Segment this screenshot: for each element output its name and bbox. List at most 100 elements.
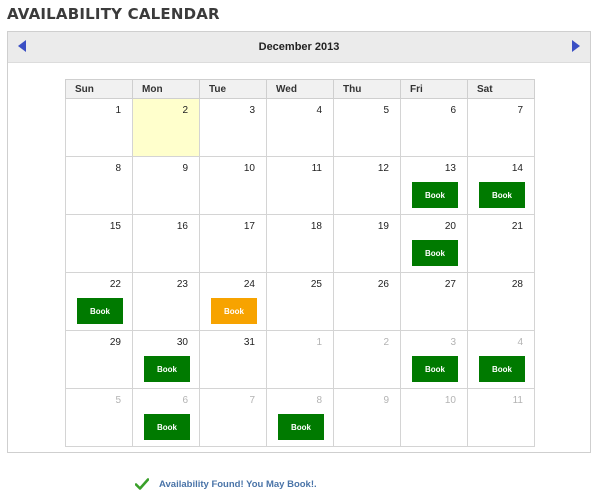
- calendar-week-row: 5 6 Book 7 8 Book 9 10 11: [65, 388, 535, 447]
- weekday-header: Thu: [333, 79, 401, 99]
- triangle-right-icon[interactable]: [571, 39, 581, 53]
- book-button[interactable]: Book: [278, 414, 324, 440]
- book-button[interactable]: Book: [412, 356, 458, 382]
- calendar-day-cell[interactable]: 11: [467, 388, 535, 447]
- calendar-day-cell[interactable]: 30 Book: [132, 330, 200, 389]
- day-number: 8: [316, 395, 322, 406]
- day-number: 23: [176, 279, 188, 290]
- calendar-day-cell[interactable]: 26: [333, 272, 401, 331]
- calendar-day-cell[interactable]: 4 Book: [467, 330, 535, 389]
- calendar-day-cell[interactable]: 1: [266, 330, 334, 389]
- calendar-week-row: 22 Book 23 24 Book 25 26 27 28: [65, 272, 535, 331]
- day-number: 7: [249, 395, 255, 406]
- calendar-day-cell[interactable]: 1: [65, 98, 133, 157]
- day-number: 1: [316, 337, 322, 348]
- day-number: 1: [115, 105, 121, 116]
- day-number: 2: [383, 337, 389, 348]
- book-button[interactable]: Book: [479, 356, 525, 382]
- book-button[interactable]: Book: [144, 414, 190, 440]
- day-number: 5: [383, 105, 389, 116]
- calendar-day-cell[interactable]: 7: [467, 98, 535, 157]
- calendar-day-cell[interactable]: 3: [199, 98, 267, 157]
- day-number: 6: [182, 395, 188, 406]
- calendar-day-cell[interactable]: 31: [199, 330, 267, 389]
- calendar-day-cell[interactable]: 27: [400, 272, 468, 331]
- day-number: 26: [377, 279, 389, 290]
- book-button[interactable]: Book: [211, 298, 257, 324]
- day-number: 3: [249, 105, 255, 116]
- calendar-day-cell[interactable]: 23: [132, 272, 200, 331]
- day-number: 11: [311, 163, 322, 174]
- calendar-day-cell[interactable]: 15: [65, 214, 133, 273]
- calendar-day-cell[interactable]: 10: [400, 388, 468, 447]
- weekday-header-row: Sun Mon Tue Wed Thu Fri Sat: [65, 79, 535, 99]
- calendar-day-cell[interactable]: 6 Book: [132, 388, 200, 447]
- day-number: 3: [450, 337, 456, 348]
- calendar-day-cell[interactable]: 28: [467, 272, 535, 331]
- calendar-day-cell[interactable]: 20 Book: [400, 214, 468, 273]
- book-button[interactable]: Book: [144, 356, 190, 382]
- day-number: 5: [115, 395, 121, 406]
- weekday-header: Wed: [266, 79, 334, 99]
- calendar-day-cell[interactable]: 24 Book: [199, 272, 267, 331]
- calendar-day-cell[interactable]: 11: [266, 156, 334, 215]
- day-number: 7: [517, 105, 523, 116]
- day-number: 6: [450, 105, 456, 116]
- calendar-day-cell[interactable]: 19: [333, 214, 401, 273]
- book-button[interactable]: Book: [412, 240, 458, 266]
- calendar-day-cell[interactable]: 16: [132, 214, 200, 273]
- calendar-day-cell[interactable]: 14 Book: [467, 156, 535, 215]
- calendar-day-cell[interactable]: 5: [65, 388, 133, 447]
- calendar-day-cell[interactable]: 6: [400, 98, 468, 157]
- calendar-day-cell[interactable]: 4: [266, 98, 334, 157]
- status-message: Availability Found! You May Book!.: [159, 478, 317, 490]
- day-number: 22: [109, 279, 121, 290]
- calendar-day-cell[interactable]: 7: [199, 388, 267, 447]
- calendar-body: 1 2 3 4 5 6 7 8 9 10 11 12 13 Book 14 Book 15 16 17 18 19 20 B…: [65, 98, 535, 447]
- calendar-day-cell[interactable]: 25: [266, 272, 334, 331]
- calendar-week-row: 1 2 3 4 5 6 7: [65, 98, 535, 157]
- calendar-day-cell[interactable]: 8 Book: [266, 388, 334, 447]
- day-number: 4: [517, 337, 523, 348]
- page-title: AVAILABILITY CALENDAR: [7, 5, 220, 23]
- day-number: 25: [310, 279, 322, 290]
- calendar-day-cell[interactable]: 13 Book: [400, 156, 468, 215]
- book-button[interactable]: Book: [412, 182, 458, 208]
- weekday-header: Fri: [400, 79, 468, 99]
- calendar-day-cell[interactable]: 12: [333, 156, 401, 215]
- calendar-day-cell[interactable]: 2: [132, 98, 200, 157]
- day-number: 13: [444, 163, 456, 174]
- calendar-grid: Sun Mon Tue Wed Thu Fri Sat 1 2 3 4 5 6 7 8 9 10 11 12 13 B…: [65, 79, 535, 447]
- calendar-week-row: 15 16 17 18 19 20 Book 21: [65, 214, 535, 273]
- day-number: 4: [316, 105, 322, 116]
- weekday-header: Sat: [467, 79, 535, 99]
- check-icon: [135, 478, 149, 490]
- month-label: December 2013: [258, 41, 340, 53]
- calendar-day-cell[interactable]: 5: [333, 98, 401, 157]
- day-number: 19: [377, 221, 389, 232]
- day-number: 30: [176, 337, 188, 348]
- day-number: 28: [511, 279, 523, 290]
- day-number: 9: [182, 163, 188, 174]
- calendar-day-cell[interactable]: 18: [266, 214, 334, 273]
- day-number: 18: [310, 221, 322, 232]
- calendar-day-cell[interactable]: 21: [467, 214, 535, 273]
- day-number: 9: [383, 395, 389, 406]
- calendar-day-cell[interactable]: 8: [65, 156, 133, 215]
- day-number: 15: [109, 221, 121, 232]
- book-button[interactable]: Book: [479, 182, 525, 208]
- day-number: 31: [243, 337, 255, 348]
- day-number: 17: [243, 221, 255, 232]
- calendar-day-cell[interactable]: 17: [199, 214, 267, 273]
- calendar-day-cell[interactable]: 22 Book: [65, 272, 133, 331]
- calendar-day-cell[interactable]: 29: [65, 330, 133, 389]
- day-number: 2: [182, 105, 188, 116]
- calendar-day-cell[interactable]: 9: [132, 156, 200, 215]
- book-button[interactable]: Book: [77, 298, 123, 324]
- calendar-day-cell[interactable]: 9: [333, 388, 401, 447]
- calendar-day-cell[interactable]: 10: [199, 156, 267, 215]
- calendar-day-cell[interactable]: 3 Book: [400, 330, 468, 389]
- day-number: 16: [176, 221, 188, 232]
- calendar-day-cell[interactable]: 2: [333, 330, 401, 389]
- day-number: 14: [511, 163, 523, 174]
